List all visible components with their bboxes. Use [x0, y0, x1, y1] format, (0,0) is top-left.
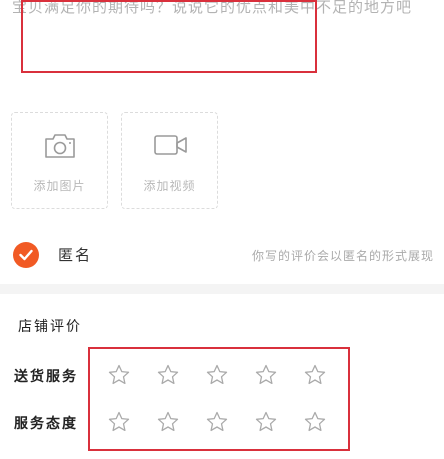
anonymous-hint: 你写的评价会以匿名的形式展现 — [251, 249, 434, 263]
shop-rating-title: 店铺评价 — [18, 319, 82, 335]
rating-label-delivery: 送货服务 — [14, 369, 78, 385]
video-camera-icon — [154, 133, 188, 161]
anonymous-row: 匿名 你写的评价会以匿名的形式展现 — [0, 240, 444, 272]
checkmark-icon — [19, 249, 33, 261]
add-video-button[interactable]: 添加视频 — [121, 112, 218, 209]
add-video-label: 添加视频 — [143, 179, 196, 193]
anonymous-checkbox[interactable] — [13, 242, 39, 268]
add-photo-button[interactable]: 添加图片 — [11, 112, 108, 209]
add-photo-label: 添加图片 — [33, 179, 86, 193]
highlight-box-ratings — [88, 347, 350, 451]
rating-label-service: 服务态度 — [14, 416, 78, 432]
anonymous-label: 匿名 — [58, 246, 93, 264]
highlight-box-review — [21, 0, 317, 73]
camera-icon — [44, 133, 76, 163]
section-divider — [0, 284, 444, 294]
